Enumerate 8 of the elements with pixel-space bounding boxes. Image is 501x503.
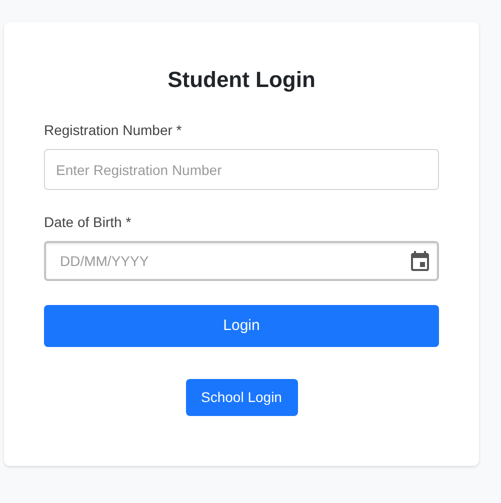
field-label: Registration Number *	[44, 121, 183, 139]
login-button[interactable]: Login	[44, 305, 439, 347]
calendar-icon[interactable]	[411, 251, 429, 272]
page-title: Student Login	[166, 66, 316, 94]
field-label: Date of Birth *	[44, 213, 132, 231]
input-field[interactable]: Enter Registration Number	[44, 149, 439, 190]
school-login-button[interactable]: School Login	[186, 379, 298, 416]
date-field[interactable]: DD/MM/YYYY	[44, 241, 439, 281]
